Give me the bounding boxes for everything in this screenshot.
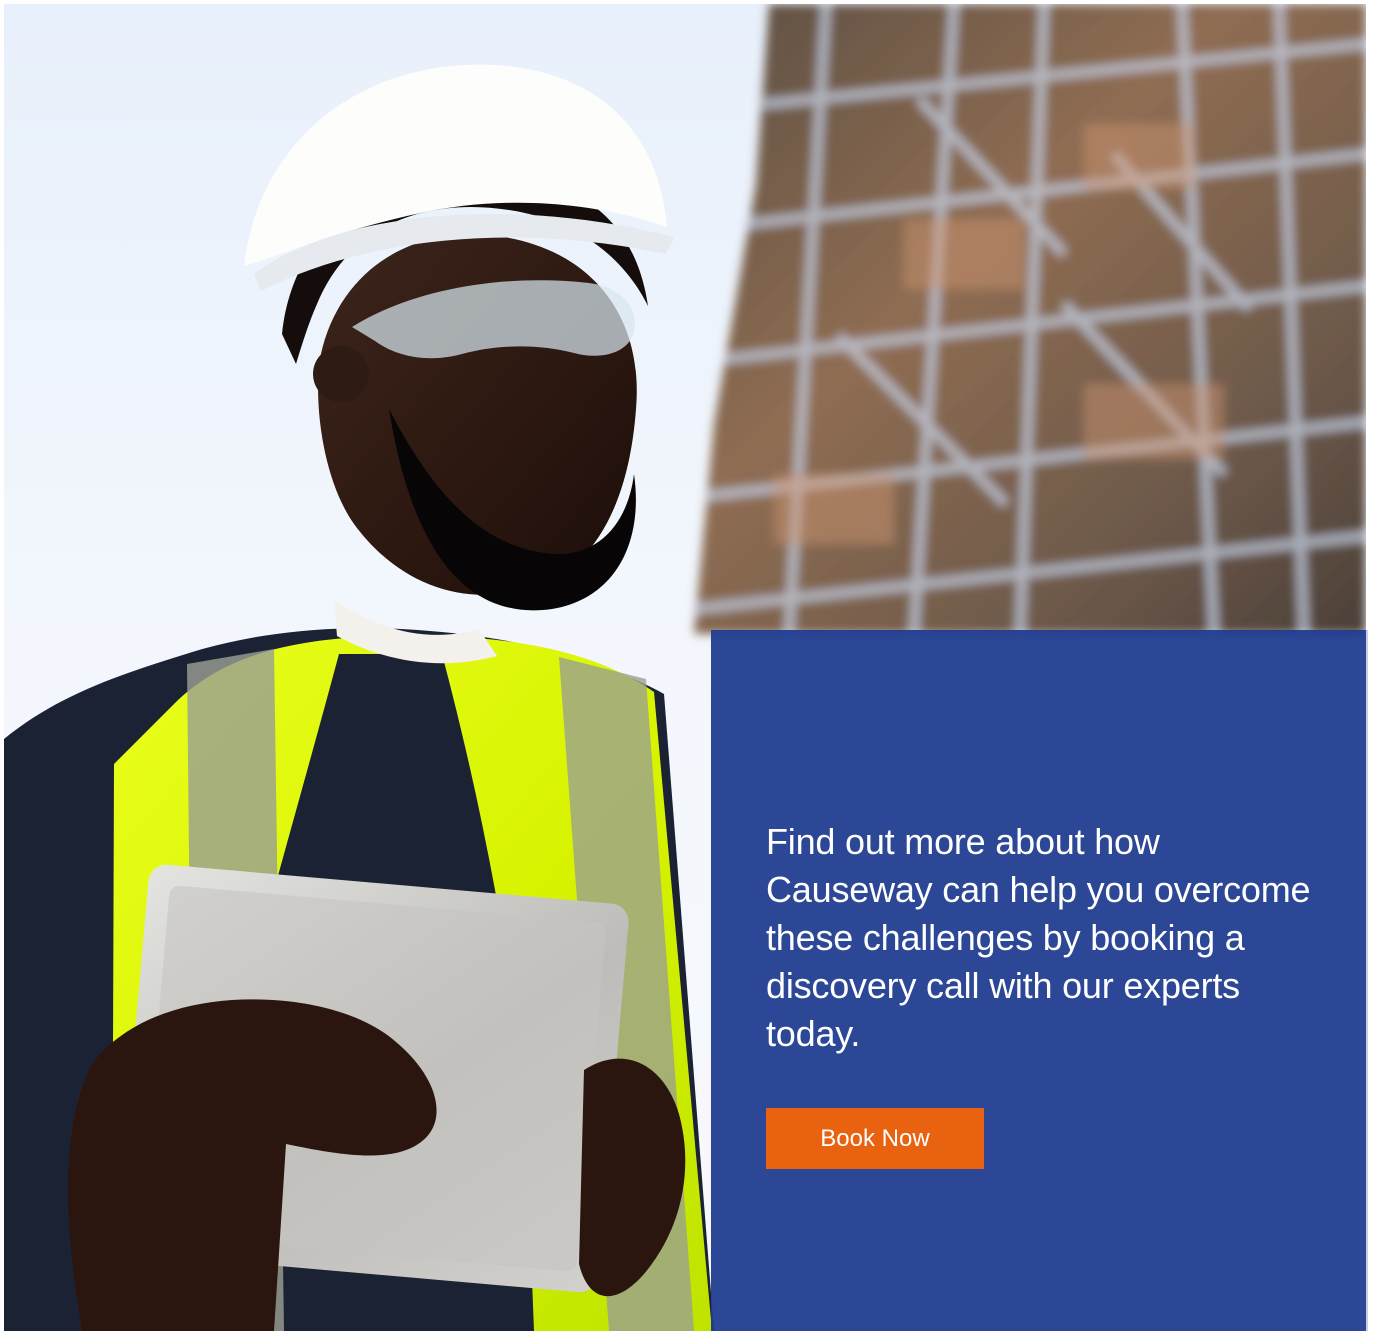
blurred-scaffolding-building — [693, 4, 1366, 635]
cta-message: Find out more about how Causeway can hel… — [766, 821, 1311, 1054]
cta-panel-right-edge — [1366, 630, 1374, 1331]
promotional-cta-page: Find out more about how Causeway can hel… — [0, 0, 1374, 1331]
discovery-call-cta-panel: Find out more about how Causeway can hel… — [711, 630, 1366, 1331]
book-now-button[interactable]: Book Now — [766, 1108, 984, 1169]
